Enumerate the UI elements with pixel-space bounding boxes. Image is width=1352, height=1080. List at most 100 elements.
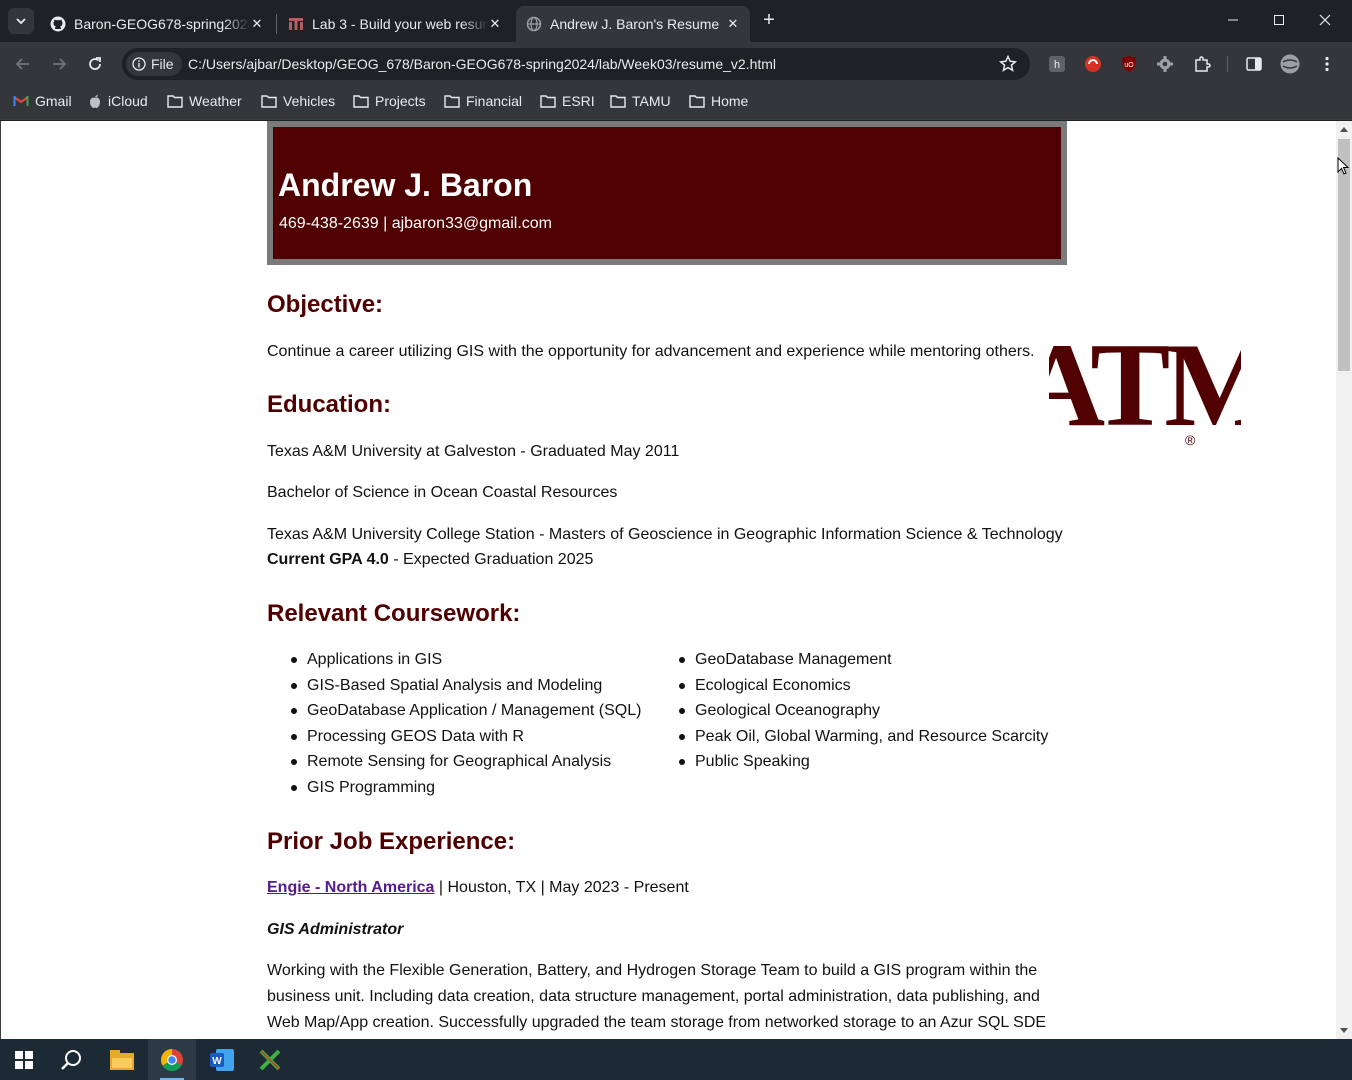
maximize-button[interactable] [1256, 0, 1302, 40]
bookmark-gmail[interactable]: Gmail [13, 93, 72, 109]
folder-icon [444, 95, 460, 108]
list-item: Peak Oil, Global Warming, and Resource S… [678, 724, 1048, 750]
scroll-up-arrow-icon[interactable] [1340, 127, 1348, 132]
gpa-value: Current GPA 4.0 [267, 551, 389, 568]
job-details: | Houston, TX | May 2023 - Present [434, 879, 689, 896]
resume-name: Andrew J. Baron [278, 167, 533, 203]
menu-button[interactable] [1317, 54, 1337, 74]
bookmark-label: TAMU [632, 93, 671, 109]
job-title: GIS Administrator [267, 921, 404, 938]
resume-contact: 469-438-2639 | ajbaron33@gmail.com [279, 215, 553, 232]
apple-icon [90, 95, 100, 108]
star-icon [998, 54, 1018, 72]
education-line: Texas A&M University at Galveston - Grad… [267, 443, 680, 460]
extension-button[interactable] [1155, 54, 1175, 74]
list-item: GIS Programming [290, 775, 641, 801]
bookmark-folder-weather[interactable]: Weather [167, 93, 242, 109]
tab-github[interactable]: Baron-GEOG678-spring2024 ✕ [40, 6, 274, 42]
word-taskbar-button[interactable]: W [198, 1039, 246, 1080]
x-app-icon [259, 1049, 281, 1070]
side-panel-button[interactable] [1244, 54, 1264, 74]
back-button[interactable] [10, 51, 36, 77]
bookmark-label: ESRI [562, 93, 595, 109]
education-line: Texas A&M University College Station - M… [267, 526, 1063, 543]
puzzle-icon [1195, 56, 1211, 72]
tab-search-button[interactable] [8, 8, 34, 34]
coursework-heading: Relevant Coursework: [267, 600, 521, 627]
chrome-icon [161, 1048, 183, 1071]
education-heading: Education: [267, 391, 391, 418]
logo-text: ATM [1049, 318, 1241, 451]
svg-text:uO: uO [1124, 62, 1134, 69]
folder-icon [540, 95, 556, 108]
registered-mark: ® [1185, 432, 1196, 448]
tab-lab3[interactable]: Lab 3 - Build your web resume ✕ [278, 6, 512, 42]
close-tab-icon[interactable]: ✕ [248, 15, 266, 33]
page-viewport: Andrew J. Baron 469-438-2639 | ajbaron33… [0, 121, 1352, 1039]
search-icon [61, 1049, 81, 1070]
bookmark-label: iCloud [108, 93, 148, 109]
tab-strip: Baron-GEOG678-spring2024 ✕ Lab 3 - Build… [0, 0, 1352, 42]
profile-button[interactable] [1280, 54, 1300, 74]
maximize-icon [1274, 15, 1284, 25]
site-info-chip[interactable]: File [126, 52, 182, 76]
github-icon [50, 16, 66, 32]
ublock-origin-icon: uO [1122, 56, 1136, 72]
graduation-text: - Expected Graduation 2025 [388, 551, 594, 568]
bookmark-star-button[interactable] [998, 54, 1018, 79]
file-explorer-button[interactable] [98, 1039, 146, 1080]
forward-button[interactable] [46, 51, 72, 77]
gear-icon [1157, 56, 1173, 72]
job-header: Engie - North America | Houston, TX | Ma… [267, 879, 689, 897]
reload-button[interactable] [82, 51, 108, 77]
new-tab-button[interactable]: + [758, 10, 780, 32]
close-window-button[interactable] [1302, 0, 1348, 40]
list-item: Remote Sensing for Geographical Analysis [290, 749, 641, 775]
company-link[interactable]: Engie - North America [267, 879, 434, 896]
bookmark-folder-financial[interactable]: Financial [444, 93, 522, 109]
arrow-right-icon [53, 58, 67, 70]
list-item: Processing GEOS Data with R [290, 724, 641, 750]
tab-separator [276, 14, 277, 34]
list-item: Geological Oceanography [678, 698, 1048, 724]
folder-icon [689, 95, 705, 108]
tamu-logo: ATM ® [1049, 318, 1241, 451]
info-icon [132, 57, 146, 71]
toolbar-divider [1227, 56, 1228, 72]
start-button[interactable] [0, 1039, 48, 1080]
tab-title: Lab 3 - Build your web resume [312, 16, 488, 32]
folder-icon [261, 95, 277, 108]
tab-resume[interactable]: Andrew J. Baron's Resume ✕ [516, 6, 750, 42]
address-bar[interactable]: File C:/Users/ajbar/Desktop/GEOG_678/Bar… [122, 48, 1030, 80]
scroll-down-arrow-icon[interactable] [1340, 1028, 1348, 1033]
bookmark-folder-esri[interactable]: ESRI [540, 93, 595, 109]
folder-icon [353, 95, 369, 108]
search-button[interactable] [48, 1039, 96, 1080]
vertical-scrollbar[interactable] [1336, 121, 1352, 1039]
bookmark-folder-vehicles[interactable]: Vehicles [261, 93, 335, 109]
app-taskbar-button[interactable] [246, 1039, 294, 1080]
folder-icon [610, 95, 626, 108]
bookmark-icloud[interactable]: iCloud [88, 93, 148, 109]
extension-button[interactable]: uO [1119, 54, 1139, 74]
resume-header: Andrew J. Baron 469-438-2639 | ajbaron33… [267, 121, 1067, 265]
bookmark-folder-projects[interactable]: Projects [353, 93, 426, 109]
close-tab-icon[interactable]: ✕ [486, 15, 504, 33]
list-item: Public Speaking [678, 749, 1048, 775]
tamu-icon [289, 18, 303, 30]
tab-title: Andrew J. Baron's Resume [550, 16, 720, 32]
list-item: Applications in GIS [290, 647, 641, 673]
bookmark-label: Gmail [35, 93, 72, 109]
extensions-menu-button[interactable] [1192, 54, 1212, 74]
extension-button[interactable]: h [1047, 54, 1067, 74]
extension-button[interactable] [1083, 54, 1103, 74]
minimize-button[interactable] [1210, 0, 1256, 40]
experience-heading: Prior Job Experience: [267, 828, 516, 855]
chrome-taskbar-button[interactable] [148, 1039, 196, 1080]
bookmark-folder-home[interactable]: Home [689, 93, 748, 109]
reload-icon [89, 57, 101, 70]
close-tab-icon[interactable]: ✕ [724, 15, 742, 33]
bookmark-folder-tamu[interactable]: TAMU [610, 93, 671, 109]
url-text[interactable]: C:/Users/ajbar/Desktop/GEOG_678/Baron-GE… [188, 56, 776, 72]
browser-toolbar: File C:/Users/ajbar/Desktop/GEOG_678/Bar… [0, 42, 1352, 86]
